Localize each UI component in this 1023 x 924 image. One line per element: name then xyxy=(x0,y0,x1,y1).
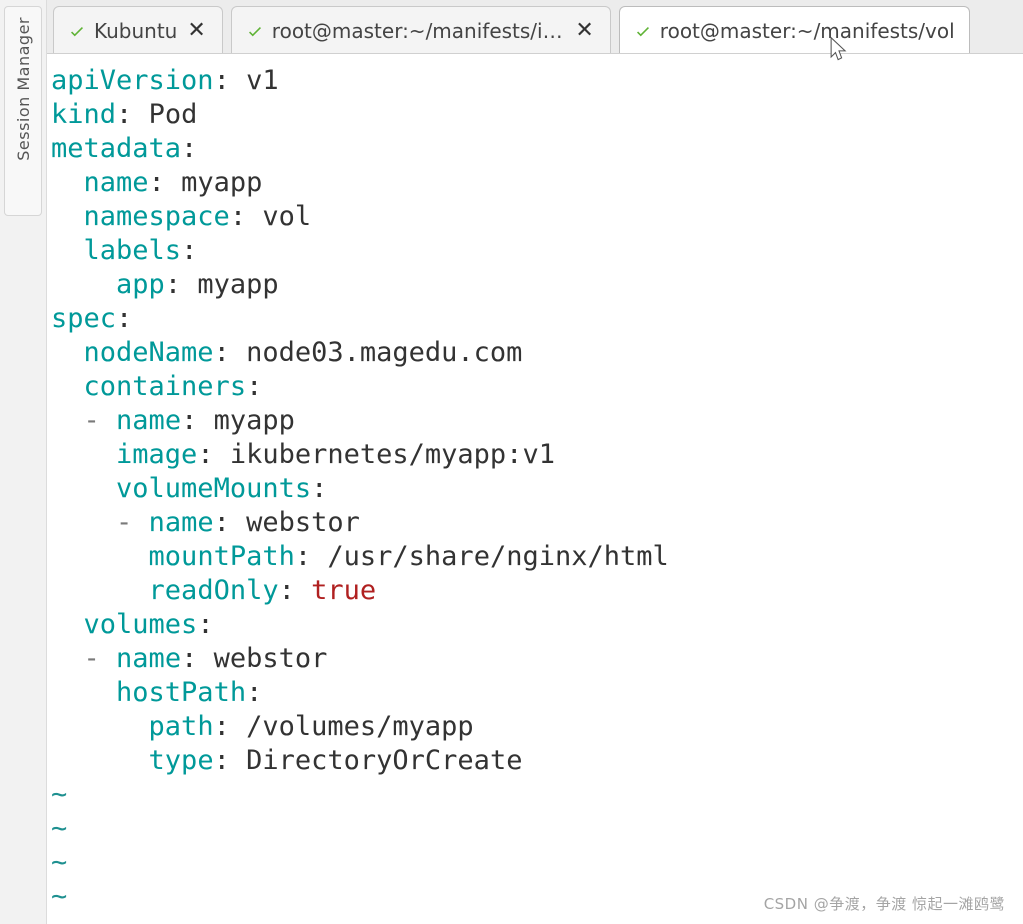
tab-label: root@master:~/manifests/vol xyxy=(660,19,955,43)
check-icon xyxy=(246,22,264,40)
close-icon[interactable]: ✕ xyxy=(185,18,207,43)
tab-kubuntu[interactable]: Kubuntu ✕ xyxy=(53,6,223,54)
close-icon[interactable]: ✕ xyxy=(573,18,595,43)
session-manager-sidebar[interactable]: Session Manager xyxy=(4,6,42,216)
tab-vol[interactable]: root@master:~/manifests/vol xyxy=(619,6,970,54)
session-manager-label: Session Manager xyxy=(14,17,33,161)
tab-ingres[interactable]: root@master:~/manifests/ingres ✕ xyxy=(231,6,611,54)
code-editor[interactable]: apiVersion: v1 kind: Pod metadata: name:… xyxy=(47,54,1023,924)
check-icon xyxy=(634,22,652,40)
tab-label: Kubuntu xyxy=(94,19,177,43)
watermark-text: CSDN @争渡，争渡 惊起一滩鸥鹭 xyxy=(764,893,1005,914)
tab-bar: Kubuntu ✕ root@master:~/manifests/ingres… xyxy=(47,0,1023,54)
tab-label: root@master:~/manifests/ingres xyxy=(272,19,566,43)
check-icon xyxy=(68,22,86,40)
main-area: Kubuntu ✕ root@master:~/manifests/ingres… xyxy=(46,0,1023,924)
